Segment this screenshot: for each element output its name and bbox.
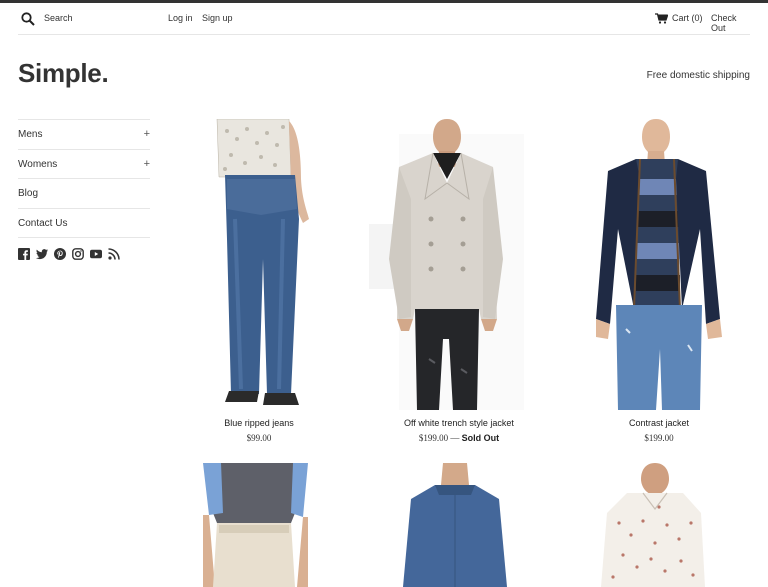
product-title[interactable]: Contrast jacket: [559, 418, 759, 428]
product-price-value: $199.00: [418, 433, 449, 443]
expand-icon[interactable]: +: [144, 158, 150, 170]
search-input[interactable]: Search: [44, 13, 73, 23]
product-title[interactable]: Off white trench style jacket: [359, 418, 559, 428]
product-price: $199.00 — Sold Out: [359, 433, 559, 443]
sidebar-item-womens[interactable]: Womens +: [18, 150, 150, 179]
youtube-icon[interactable]: [90, 247, 102, 259]
shipping-notice: Free domestic shipping: [646, 70, 750, 81]
sidebar-nav: Mens + Womens + Blog Contact Us: [18, 119, 150, 238]
sidebar-item-label: Womens: [18, 158, 58, 170]
sidebar-item-label: Mens: [18, 129, 43, 140]
cart-link[interactable]: Cart (0): [672, 13, 703, 23]
product-image[interactable]: [395, 463, 515, 587]
twitter-icon[interactable]: [36, 247, 48, 260]
product-image[interactable]: [369, 119, 524, 410]
login-link[interactable]: Log in: [168, 13, 193, 23]
product-image[interactable]: [205, 119, 315, 410]
sidebar-item-mens[interactable]: Mens +: [18, 120, 150, 150]
signup-link[interactable]: Sign up: [202, 13, 233, 23]
sidebar-item-label: Blog: [18, 188, 39, 199]
site-logo[interactable]: Simple.: [18, 58, 109, 89]
facebook-icon[interactable]: [18, 247, 30, 260]
sidebar-item-contact[interactable]: Contact Us: [18, 209, 150, 238]
product-image[interactable]: [597, 463, 709, 587]
checkout-link[interactable]: Check Out: [711, 13, 750, 33]
expand-icon[interactable]: +: [144, 128, 150, 140]
product-image[interactable]: [590, 119, 730, 410]
sidebar-item-blog[interactable]: Blog: [18, 179, 150, 209]
sold-out-badge: Sold Out: [461, 433, 500, 443]
cart-icon[interactable]: [655, 13, 668, 24]
price-separator: —: [450, 433, 460, 443]
header: Search Log in Sign up Cart (0) Check Out: [18, 3, 750, 35]
sidebar-item-label: Contact Us: [18, 217, 68, 229]
product-title[interactable]: Blue ripped jeans: [159, 418, 359, 428]
product-price: $99.00: [246, 433, 272, 443]
product-price: $199.00: [644, 433, 674, 443]
instagram-icon[interactable]: [72, 247, 84, 260]
pinterest-icon[interactable]: [54, 247, 66, 260]
social-links: [18, 247, 120, 261]
product-image[interactable]: [203, 463, 308, 587]
rss-icon[interactable]: [108, 247, 120, 260]
search-icon[interactable]: [21, 12, 35, 26]
